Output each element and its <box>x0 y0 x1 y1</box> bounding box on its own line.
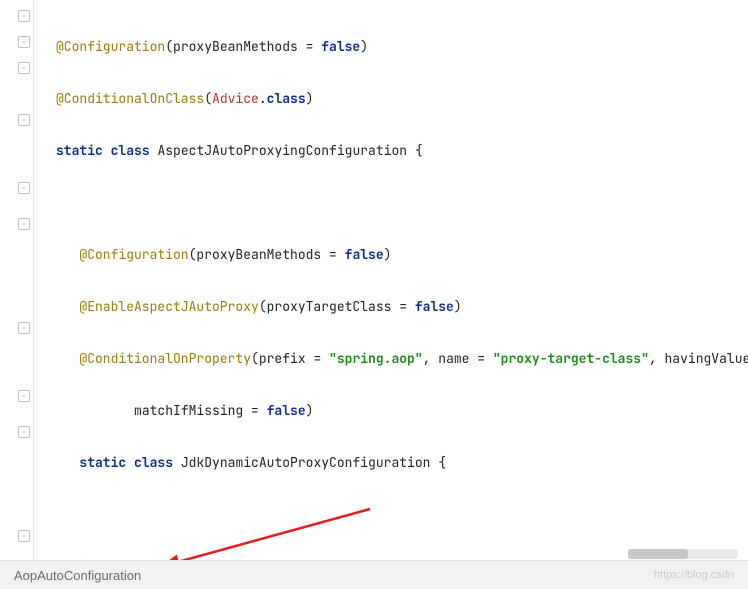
fold-icon[interactable]: − <box>18 10 30 22</box>
annotation: @Configuration <box>79 246 188 263</box>
fold-icon[interactable]: − <box>18 62 30 74</box>
annotation: @Configuration <box>56 38 165 55</box>
class-name: JdkDynamicAutoProxyConfiguration <box>181 454 431 471</box>
editor-gutter: − − − − − − − − − − <box>0 0 34 560</box>
watermark-text: https://blog.csdn <box>654 569 734 581</box>
fold-icon[interactable]: − <box>18 114 30 126</box>
class-name: AspectJAutoProxyingConfiguration <box>157 142 407 159</box>
code-content[interactable]: @Configuration(proxyBeanMethods = false)… <box>34 0 748 560</box>
breadcrumb-item[interactable]: AopAutoConfiguration <box>14 568 141 583</box>
horizontal-scrollbar[interactable] <box>628 549 738 559</box>
fold-icon[interactable]: − <box>18 426 30 438</box>
scrollbar-thumb[interactable] <box>628 549 688 559</box>
fold-icon[interactable]: − <box>18 530 30 542</box>
fold-icon[interactable]: − <box>18 322 30 334</box>
fold-icon[interactable]: − <box>18 36 30 48</box>
annotation: @EnableAspectJAutoProxy <box>79 298 258 315</box>
breadcrumb-bar: AopAutoConfiguration https://blog.csdn <box>0 560 748 589</box>
fold-icon[interactable]: − <box>18 182 30 194</box>
fold-icon[interactable]: − <box>18 390 30 402</box>
class-ref: Advice <box>212 90 259 107</box>
fold-icon[interactable]: − <box>18 218 30 230</box>
annotation: @ConditionalOnClass <box>56 90 204 107</box>
annotation: @ConditionalOnProperty <box>79 350 251 367</box>
code-editor[interactable]: − − − − − − − − − − @Configuration(proxy… <box>0 0 748 560</box>
